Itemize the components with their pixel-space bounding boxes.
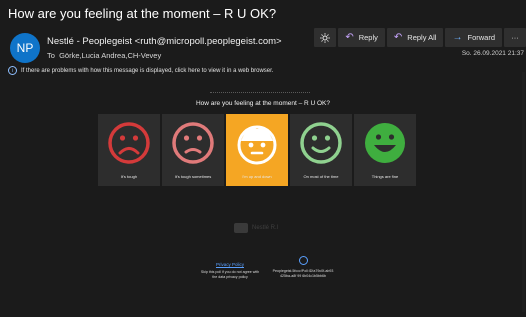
- message-date: So. 26.09.2021 21:37: [461, 50, 524, 57]
- smile-face-icon: [300, 122, 342, 164]
- message-subject: How are you feeling at the moment – R U …: [8, 6, 277, 21]
- more-button[interactable]: ···: [504, 28, 526, 47]
- recipient[interactable]: Görke,Lucia Andrea,CH-Vevey: [59, 51, 161, 60]
- mood-label: It's tough: [120, 174, 138, 179]
- poll-question: How are you feeling at the moment – R U …: [195, 100, 331, 107]
- privacy-policy-link[interactable]: Privacy Policy: [200, 262, 260, 267]
- sad-face-icon: [108, 122, 150, 164]
- watermark: Nestlé R.I: [234, 223, 278, 233]
- reply-button[interactable]: ↶ Reply: [338, 28, 385, 47]
- reply-all-icon: ↶: [393, 32, 403, 43]
- message-toolbar: ↶ Reply ↶ Reply All → Forward ···: [314, 28, 526, 47]
- avatar: NP: [10, 33, 40, 63]
- infobar-text: If there are problems with how this mess…: [21, 67, 274, 74]
- mood-option-its-tough[interactable]: It's tough: [98, 114, 160, 186]
- mood-label: On most of the time: [303, 174, 339, 179]
- neutral-face-icon: [237, 125, 277, 165]
- mood-option-its-tough-sometimes[interactable]: It's tough sometimes: [162, 114, 224, 186]
- reply-label: Reply: [358, 33, 378, 42]
- poll-id-block: Peoplegeist.5fccc!Poll:ID!a79c0f-ab93 42…: [268, 256, 338, 279]
- poll-id: Peoplegeist.5fccc!Poll:ID!a79c0f-ab93 42…: [272, 269, 334, 278]
- sun-icon[interactable]: [314, 28, 337, 47]
- info-icon: i: [8, 66, 17, 75]
- recipient-line: To Görke,Lucia Andrea,CH-Vevey: [47, 51, 161, 60]
- mood-option-most-of-the-time[interactable]: On most of the time: [290, 114, 352, 186]
- peoplegeist-logo-icon: [298, 256, 308, 265]
- sun-icon-glyph: [320, 32, 331, 43]
- watermark-text: Nestlé R.I: [252, 225, 279, 231]
- forward-icon: →: [452, 32, 463, 43]
- reply-all-button[interactable]: ↶ Reply All: [386, 28, 444, 47]
- divider: [210, 92, 310, 94]
- infobar[interactable]: i If there are problems with how this me…: [8, 66, 273, 75]
- more-icon: ···: [511, 33, 519, 42]
- privacy-block: Privacy Policy Skip this poll if you do …: [200, 262, 260, 280]
- mood-label: Things are fine: [371, 174, 399, 179]
- mood-label: It's tough sometimes: [174, 174, 212, 179]
- sender[interactable]: Nestlé - Peoplegeist <ruth@micropoll.peo…: [47, 36, 282, 47]
- mood-option-up-and-down[interactable]: I'm up and down: [226, 114, 288, 186]
- skip-text: Skip this poll if you do not agree with …: [200, 270, 260, 279]
- forward-label: Forward: [467, 33, 495, 42]
- scrollbar[interactable]: [522, 72, 525, 312]
- happy-face-icon: [365, 123, 405, 163]
- mood-label: I'm up and down: [242, 174, 272, 179]
- mood-option-things-are-fine[interactable]: Things are fine: [354, 114, 416, 186]
- forward-button[interactable]: → Forward: [445, 28, 502, 47]
- reply-all-label: Reply All: [407, 33, 437, 42]
- slightly-sad-face-icon: [172, 122, 214, 164]
- mood-options: It's tough It's tough sometimes I'm up a…: [98, 114, 416, 186]
- reply-icon: ↶: [345, 32, 354, 43]
- watermark-logo-icon: [234, 223, 248, 233]
- to-label: To: [47, 51, 55, 60]
